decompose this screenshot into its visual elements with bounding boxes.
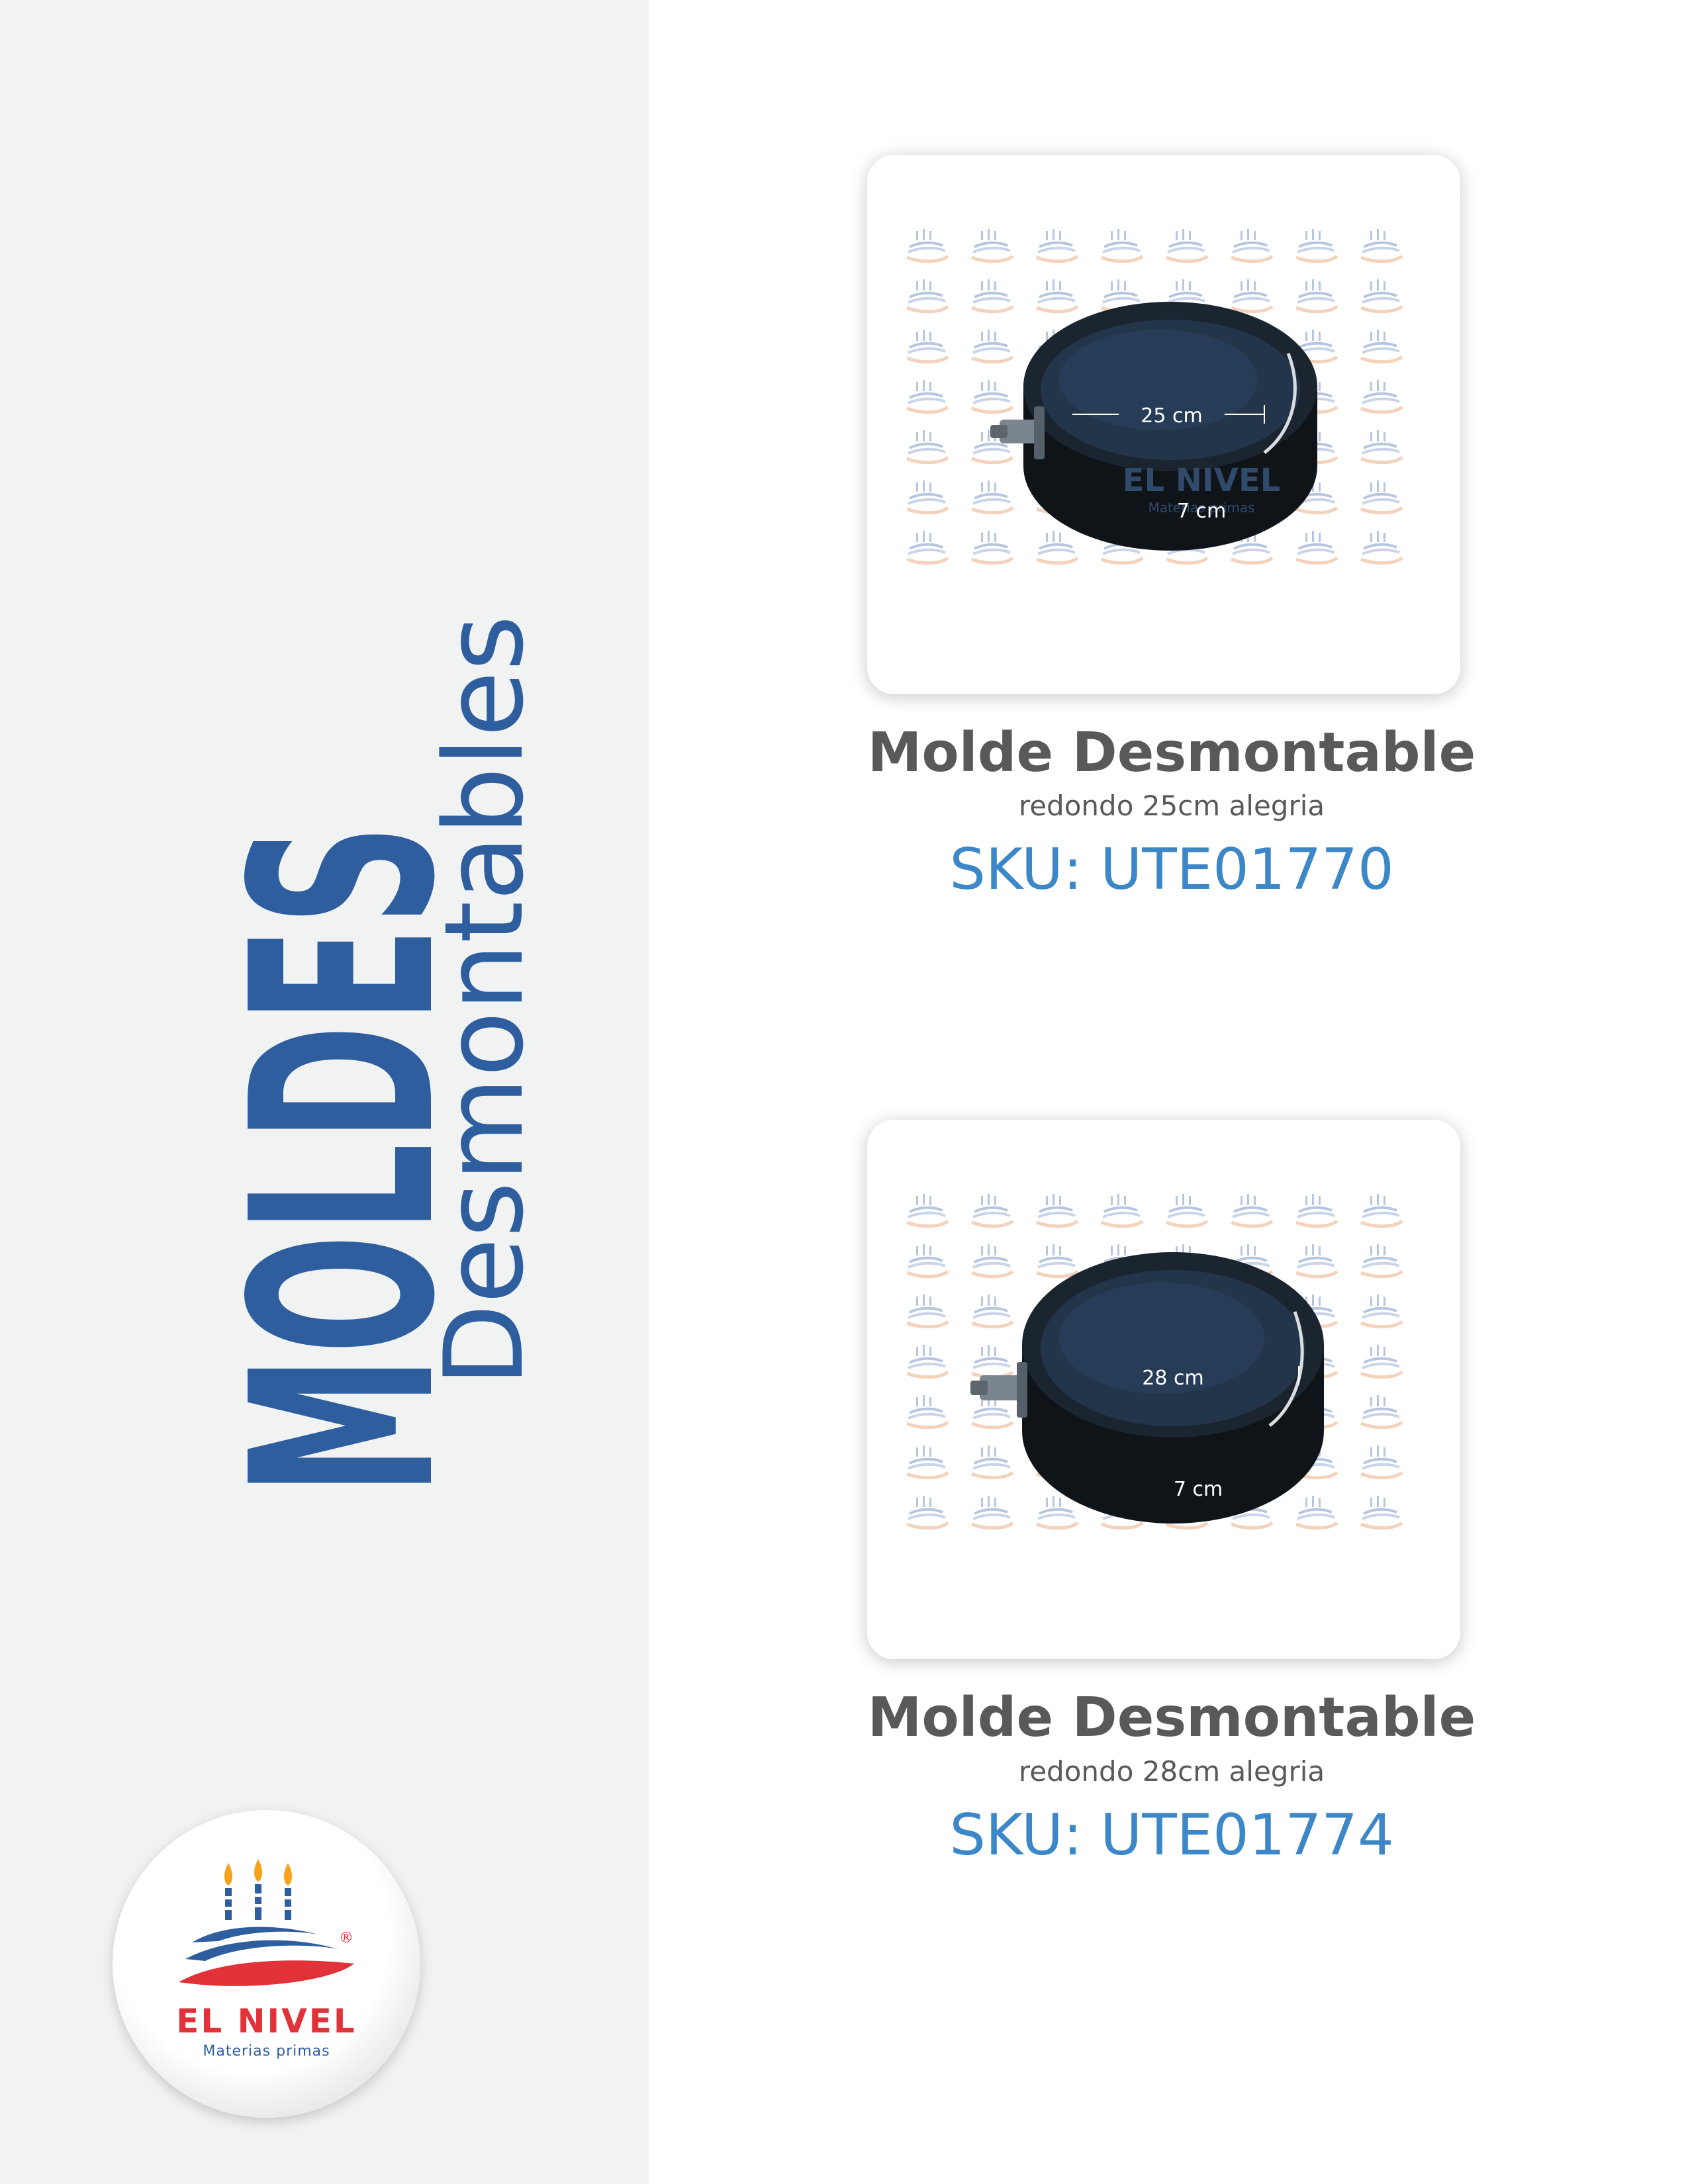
product-image-card[interactable]: EL NIVEL Materias primas 25 cm 7 cm [867, 155, 1460, 694]
product-name: Molde Desmontable [867, 721, 1476, 784]
brand-logo: ® EL NIVEL Materias primas [113, 1810, 420, 2118]
diameter-label: 28 cm [1142, 1367, 1203, 1390]
cake-pan-28-image: 28 cm 7 cm [970, 1252, 1324, 1524]
vertical-title: MOLDES Desmontables [46, 463, 589, 1509]
page-subtitle: Desmontables [421, 615, 547, 1387]
diameter-label: 25 cm [1141, 404, 1202, 428]
logo-tagline: Materias primas [203, 2043, 330, 2060]
cake-logo-icon: ® [179, 1859, 354, 1986]
product-sku: SKU: UTE01770 [949, 837, 1394, 903]
svg-text:®: ® [339, 1930, 353, 1946]
height-label: 7 cm [1174, 1478, 1223, 1501]
height-label: 7 cm [1177, 500, 1226, 523]
product-name: Molde Desmontable [867, 1686, 1476, 1749]
pan-watermark: EL NIVEL [1123, 462, 1281, 499]
product-sku: SKU: UTE01774 [949, 1802, 1394, 1868]
logo-brand-name: EL NIVEL [176, 2002, 357, 2040]
product-description: redondo 28cm alegria [1018, 1755, 1325, 1788]
product-description: redondo 25cm alegria [1018, 790, 1325, 822]
cake-pan-25-image: EL NIVEL Materias primas 25 cm 7 cm [990, 302, 1317, 551]
sidebar-panel: MOLDES Desmontables ® EL NIVEL Materias [0, 0, 649, 2184]
product-image-card[interactable]: 28 cm 7 cm [867, 1120, 1460, 1659]
